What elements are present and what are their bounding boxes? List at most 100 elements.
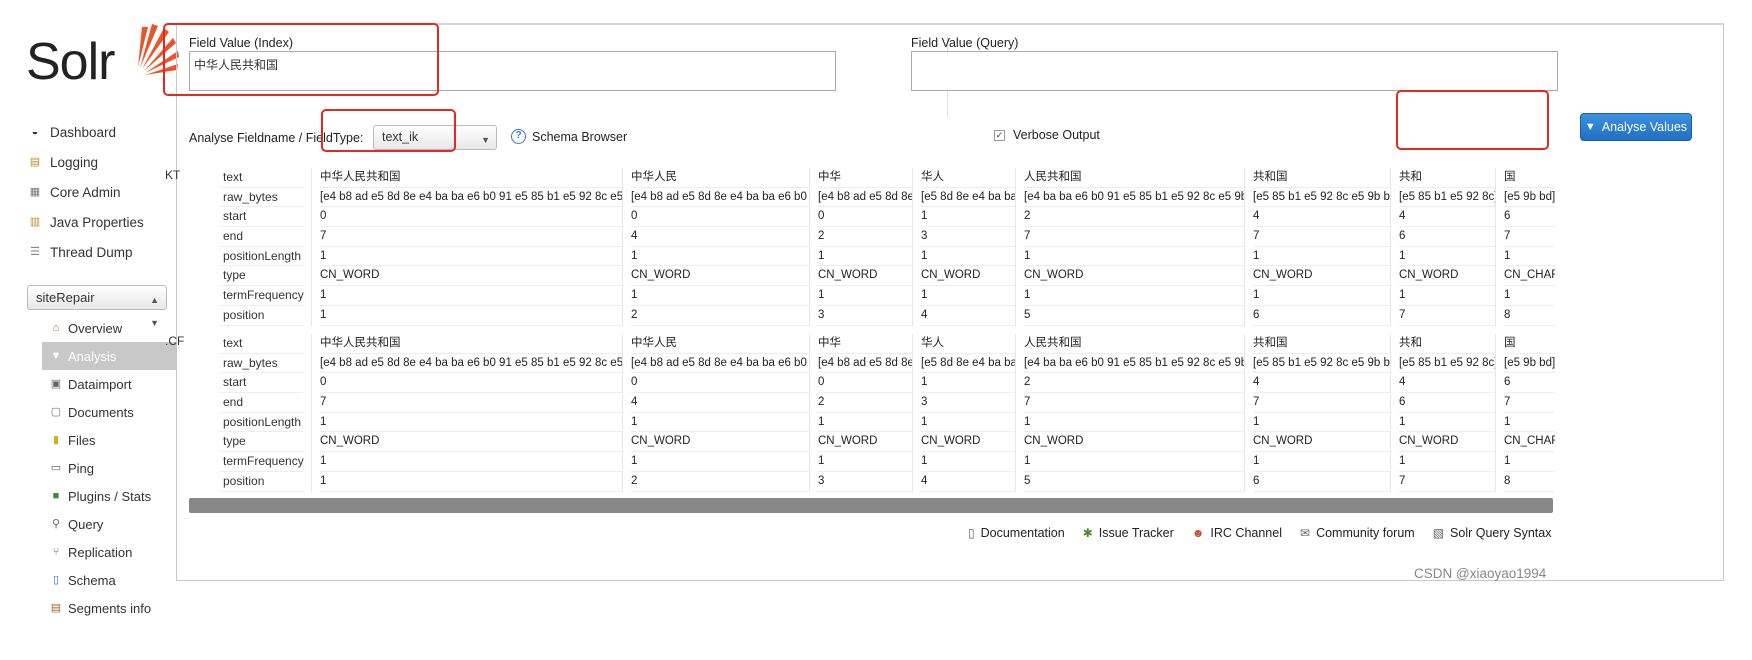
token-start-cell: 1 xyxy=(921,207,1015,228)
token-text-cell: 中华人民 xyxy=(631,168,809,188)
token-type-cell: CN_WORD xyxy=(1399,266,1495,287)
core-item-overview[interactable]: ⌂ Overview xyxy=(42,314,176,342)
attribute-label: positionLength xyxy=(219,413,303,433)
core-item-label: Replication xyxy=(68,544,133,560)
analyse-values-button[interactable]: ▼ Analyse Values xyxy=(1580,113,1692,141)
token-raw_bytes-cell: [e4 b8 ad e5 8d 8e e4 ba ba e6 b0 91] xyxy=(631,188,809,208)
token-type-cell: CN_WORD xyxy=(1024,432,1244,453)
token-positionlength-cell: 1 xyxy=(1253,247,1390,267)
token-raw_bytes-cell: [e4 b8 ad e5 8d 8e] xyxy=(818,188,912,208)
token-raw_bytes-cell: [e5 85 b1 e5 92 8c e5 9b bd] xyxy=(1253,354,1390,374)
phase-name: KT xyxy=(165,168,181,182)
token-start-cell: 2 xyxy=(1024,207,1244,228)
core-item-replication[interactable]: ⑂ Replication xyxy=(42,538,176,566)
token-positionlength-cell: 1 xyxy=(1024,413,1244,433)
token-column: 共和国 [e5 85 b1 e5 92 8c e5 9b bd] 4 7 1 CN_WOR… xyxy=(1244,168,1390,326)
attribute-label: termFrequency xyxy=(219,286,304,306)
footer-link-irc-channel[interactable]: ☻ IRC Channel xyxy=(1192,526,1282,540)
token-start-cell: 4 xyxy=(1399,373,1495,394)
attribute-label: text xyxy=(219,168,303,188)
token-column: 中华 [e4 b8 ad e5 8d 8e] 0 2 1 CN_WORD 1 3 xyxy=(809,168,912,326)
token-end-cell: 7 xyxy=(1504,227,1555,247)
watermark: CSDN @xiaoyao1994 xyxy=(1414,566,1547,581)
core-item-plugins-stats[interactable]: ■ Plugins / Stats xyxy=(42,482,176,510)
token-text-cell: 中华人民共和国 xyxy=(320,334,622,354)
query-field-input[interactable] xyxy=(911,51,1558,91)
token-end-cell: 4 xyxy=(631,227,809,247)
schema-browser-link[interactable]: ? Schema Browser xyxy=(511,129,627,144)
syntax-icon: ▧ xyxy=(1432,526,1445,540)
core-item-ping[interactable]: ▭ Ping xyxy=(42,454,176,482)
bug-icon: ✱ xyxy=(1082,526,1093,540)
logging-icon: ▤ xyxy=(29,156,41,168)
token-termfrequency-cell: 1 xyxy=(818,286,912,306)
core-item-files[interactable]: ▮ Files xyxy=(42,426,176,454)
attribute-label: start xyxy=(219,373,303,394)
token-position-cell: 1 xyxy=(320,472,622,492)
footer-link-issue-tracker[interactable]: ✱ Issue Tracker xyxy=(1083,526,1174,540)
core-item-label: Dataimport xyxy=(68,376,132,392)
nav-item-core-admin[interactable]: ▦ Core Admin xyxy=(26,177,176,207)
chat-icon: ☻ xyxy=(1191,526,1205,540)
footer-links: ▯ Documentation ✱ Issue Tracker ☻ IRC Ch… xyxy=(968,526,1569,540)
token-text-cell: 共和国 xyxy=(1253,334,1390,354)
token-position-cell: 2 xyxy=(631,472,809,492)
token-text-cell: 共和 xyxy=(1399,168,1495,188)
solr-logo[interactable]: Solr xyxy=(26,22,179,92)
core-item-dataimport[interactable]: ▣ Dataimport xyxy=(42,370,176,398)
token-type-cell: CN_CHAR xyxy=(1504,432,1555,453)
footer-link-community-forum[interactable]: ✉ Community forum xyxy=(1300,526,1415,540)
attribute-label: type xyxy=(219,432,303,453)
token-text-cell: 国 xyxy=(1504,168,1555,188)
nav-item-thread-dump[interactable]: ☰ Thread Dump xyxy=(26,237,176,267)
token-termfrequency-cell: 1 xyxy=(921,286,1015,306)
nav-item-java-properties[interactable]: ▥ Java Properties xyxy=(26,207,176,237)
token-type-cell: CN_WORD xyxy=(818,266,912,287)
core-item-segments-info[interactable]: ▤ Segments info xyxy=(42,594,176,622)
token-type-cell: CN_WORD xyxy=(631,432,809,453)
token-end-cell: 6 xyxy=(1399,393,1495,413)
core-item-label: Overview xyxy=(68,320,123,336)
verbose-output-toggle[interactable]: ✓ Verbose Output xyxy=(994,128,1100,142)
core-item-documents[interactable]: ▢ Documents xyxy=(42,398,176,426)
nav-label: Dashboard xyxy=(50,124,117,140)
token-type-cell: CN_CHAR xyxy=(1504,266,1555,287)
core-item-label: Segments info xyxy=(68,600,152,616)
token-raw_bytes-cell: [e4 b8 ad e5 8d 8e e4 ba ba e6 b0 91 e5 … xyxy=(320,354,622,374)
token-position-cell: 4 xyxy=(921,472,1015,492)
footer-link-documentation[interactable]: ▯ Documentation xyxy=(968,526,1065,540)
core-item-schema[interactable]: ▯ Schema xyxy=(42,566,176,594)
horizontal-scrollbar[interactable] xyxy=(189,498,1553,513)
token-termfrequency-cell: 1 xyxy=(1504,286,1555,306)
analysis-panel: Field Value (Index) 中华人民共和国 Field Value … xyxy=(163,23,1724,581)
token-text-cell: 共和 xyxy=(1399,334,1495,354)
core-item-label: Plugins / Stats xyxy=(68,488,152,504)
token-termfrequency-cell: 1 xyxy=(320,286,622,306)
token-end-cell: 7 xyxy=(1504,393,1555,413)
core-item-analysis[interactable]: ▼ Analysis xyxy=(42,342,176,370)
token-start-cell: 4 xyxy=(1253,373,1390,394)
token-end-cell: 3 xyxy=(921,393,1015,413)
token-positionlength-cell: 1 xyxy=(631,247,809,267)
attribute-label: end xyxy=(219,227,303,247)
nav-label: Core Admin xyxy=(50,184,121,200)
verbose-checkbox[interactable]: ✓ xyxy=(994,129,1005,141)
highlight-box-analyse xyxy=(1396,90,1549,150)
main-nav: ◒ Dashboard ▤ Logging ▦ Core Admin ▥ Jav… xyxy=(26,117,176,267)
footer-link-label: Community forum xyxy=(1316,526,1415,540)
footer-link-query-syntax[interactable]: ▧ Solr Query Syntax xyxy=(1433,526,1552,540)
nav-item-dashboard[interactable]: ◒ Dashboard xyxy=(26,117,176,147)
token-start-cell: 6 xyxy=(1504,207,1555,228)
core-item-query[interactable]: ⚲ Query xyxy=(42,510,176,538)
core-selector[interactable]: siteRepair ▲ ▼ xyxy=(27,285,167,328)
token-raw_bytes-cell: [e4 b8 ad e5 8d 8e e4 ba ba e6 b0 91] xyxy=(631,354,809,374)
token-text-cell: 中华 xyxy=(818,334,912,354)
token-end-cell: 6 xyxy=(1399,227,1495,247)
attribute-label: raw_bytes xyxy=(219,354,303,374)
token-end-cell: 7 xyxy=(1253,227,1390,247)
token-text-cell: 人民共和国 xyxy=(1024,168,1244,188)
token-type-cell: CN_WORD xyxy=(818,432,912,453)
token-positionlength-cell: 1 xyxy=(1399,247,1495,267)
nav-item-logging[interactable]: ▤ Logging xyxy=(26,147,176,177)
token-text-cell: 中华人民共和国 xyxy=(320,168,622,188)
